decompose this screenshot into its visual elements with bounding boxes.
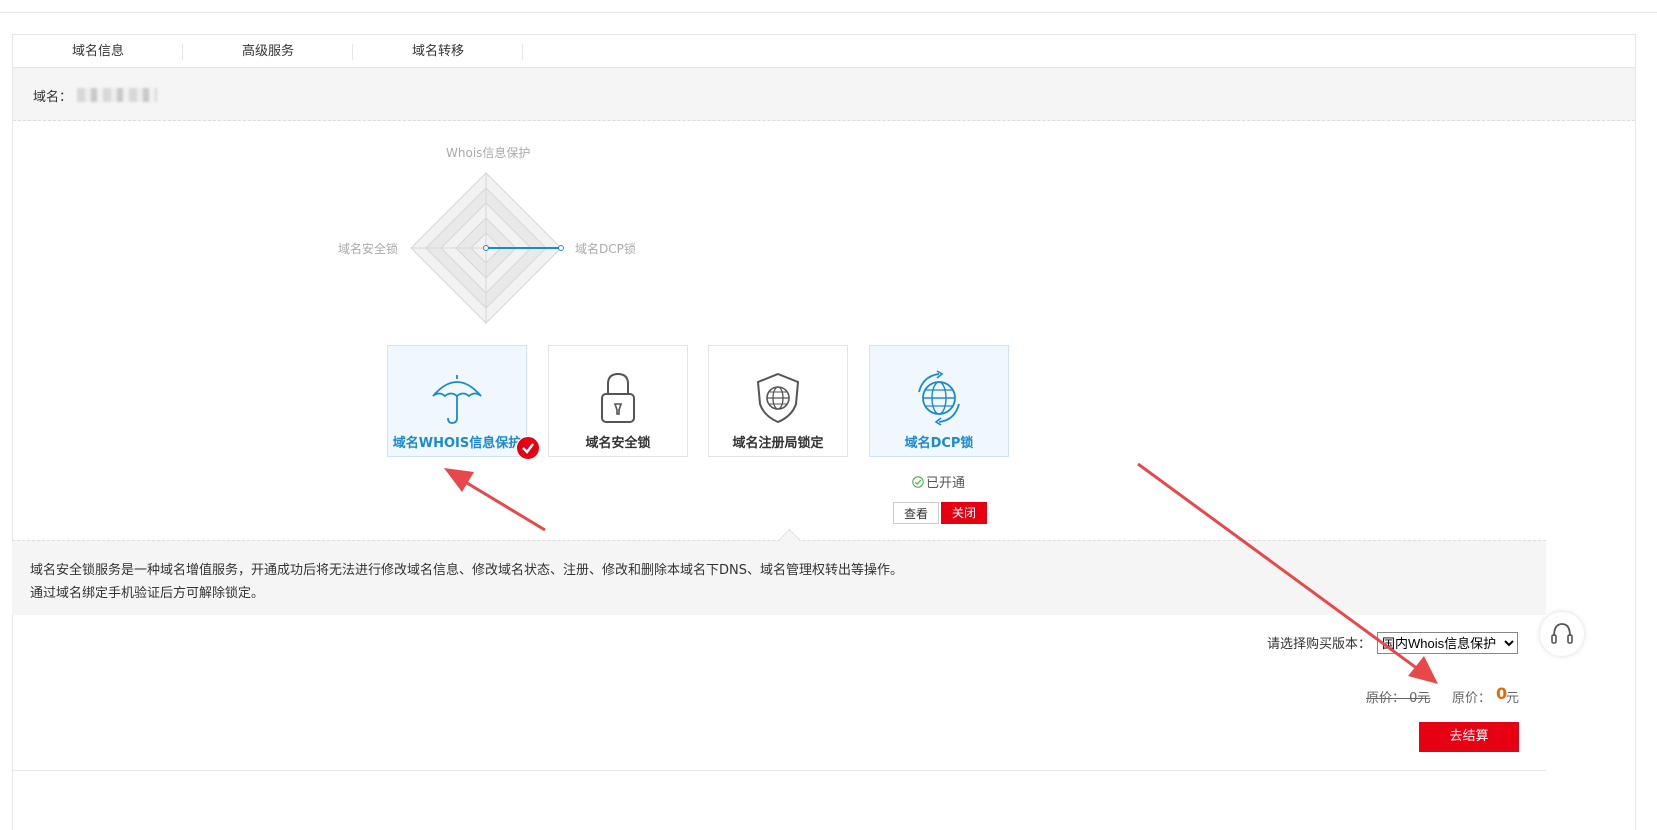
top-strip <box>0 0 1657 13</box>
dcp-status: 已开通 <box>912 472 965 491</box>
service-card-security-lock[interactable]: 域名安全锁 <box>548 345 688 457</box>
dcp-status-text: 已开通 <box>926 476 966 491</box>
close-service-button[interactable]: 关闭 <box>941 502 987 524</box>
domain-label: 域名： <box>33 90 73 105</box>
original-price-strikethrough: 原价： 0元 <box>1366 691 1431 706</box>
service-card-whois[interactable]: 域名WHOIS信息保护 <box>387 345 527 457</box>
tab-advanced-services[interactable]: 高级服务 <box>183 35 353 67</box>
service-label-whois: 域名WHOIS信息保护 <box>392 436 522 451</box>
padlock-icon <box>601 372 635 423</box>
service-label-security-lock: 域名安全锁 <box>585 436 651 451</box>
globe-refresh-icon <box>918 370 960 426</box>
service-description: 域名安全锁服务是一种域名增值服务，开通成功后将无法进行修改域名信息、修改域名状态… <box>12 540 1546 615</box>
version-label: 请选择购买版本： <box>1267 637 1372 652</box>
bottom-divider <box>12 770 1546 771</box>
tab-bar: 域名信息 高级服务 域名转移 <box>13 35 523 67</box>
shield-globe-icon <box>756 372 800 424</box>
checkout-button[interactable]: 去结算 <box>1419 722 1519 752</box>
tab-domain-info[interactable]: 域名信息 <box>13 35 183 67</box>
price-label: 原价： <box>1452 691 1492 706</box>
headset-icon <box>1551 623 1573 644</box>
service-card-registry-lock[interactable]: 域名注册局锁定 <box>708 345 848 457</box>
selected-check-icon <box>516 436 540 460</box>
description-line-1: 域名安全锁服务是一种域名增值服务，开通成功后将无法进行修改域名信息、修改域名状态… <box>30 563 903 578</box>
service-card-dcp-lock[interactable]: 域名DCP锁 <box>869 345 1009 457</box>
radar-grid <box>410 172 564 324</box>
check-circle-icon <box>912 476 924 488</box>
tab-domain-transfer[interactable]: 域名转移 <box>353 35 523 67</box>
description-line-2: 通过域名绑定手机验证后方可解除锁定。 <box>30 586 265 601</box>
domain-name-redacted <box>77 88 157 102</box>
price-unit: 元 <box>1506 691 1520 706</box>
service-label-dcp-lock: 域名DCP锁 <box>904 436 974 451</box>
view-button[interactable]: 查看 <box>893 502 939 524</box>
domain-bar: 域名： <box>13 67 1635 121</box>
customer-support-button[interactable] <box>1540 612 1584 656</box>
service-radar-chart: Whois信息保护 域名安全锁 域名DCP锁 <box>330 140 650 340</box>
umbrella-icon <box>432 375 482 424</box>
service-label-registry-lock: 域名注册局锁定 <box>732 436 824 451</box>
version-select[interactable]: 国内Whois信息保护 <box>1377 632 1518 654</box>
